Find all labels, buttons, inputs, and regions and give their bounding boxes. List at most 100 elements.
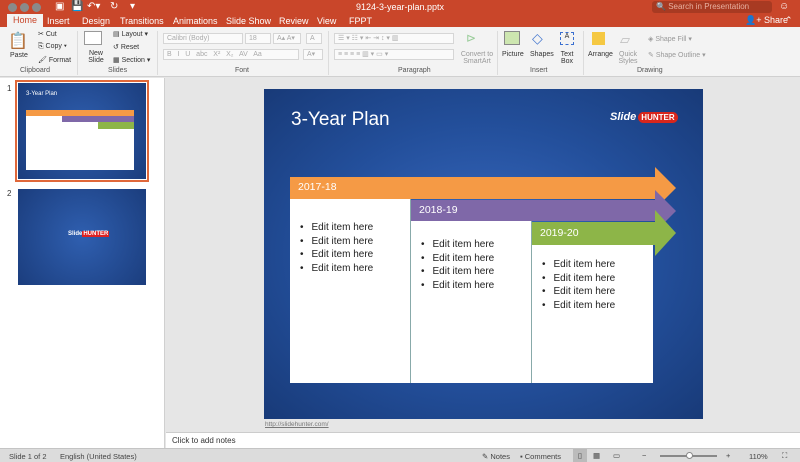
alignment-buttons[interactable]: ≡ ≡ ≡ ≡ ▥ ▾ ▭ ▾ xyxy=(334,49,454,60)
footer-link[interactable]: http://slidehunter.com/ xyxy=(265,421,329,428)
paragraph-group-label: Paragraph xyxy=(398,67,431,74)
tab-fppt[interactable]: FPPT xyxy=(349,15,372,27)
list-item: Edit item here xyxy=(421,252,531,266)
share-button[interactable]: 👤+ Share xyxy=(745,15,788,26)
zoom-slider-handle[interactable] xyxy=(686,452,694,459)
title-bar: ▣ 💾 ↶▾ ↻ ▾ 9124-3-year-plan.pptx 🔍 Searc… xyxy=(0,0,800,27)
zoom-in-button[interactable]: + xyxy=(726,451,730,460)
thumb-logo: SlideHUNTER xyxy=(68,231,110,237)
reset-button[interactable]: ↺ Reset xyxy=(113,43,139,51)
copy-button[interactable]: ⎘ Copy ▾ xyxy=(38,43,67,51)
reading-view-icon[interactable]: ▭ xyxy=(613,451,620,460)
list-item: Edit item here xyxy=(300,248,410,262)
list-item: Edit item here xyxy=(421,279,531,293)
font-style-buttons[interactable]: B I U abc X² X₂ AV Aa xyxy=(163,49,299,60)
text-box-button[interactable]: Text Box xyxy=(559,51,575,65)
thumbnail-number: 2 xyxy=(7,189,12,198)
insert-group-label: Insert xyxy=(530,67,548,74)
notes-button[interactable]: ✎ Notes xyxy=(482,452,510,461)
thumb-box xyxy=(26,116,62,170)
thumb-title: 3-Year Plan xyxy=(26,91,58,97)
notes-label: Notes xyxy=(490,452,510,461)
picture-icon xyxy=(504,31,520,45)
clear-formatting-icon[interactable]: A xyxy=(306,33,322,44)
tab-slide-show[interactable]: Slide Show xyxy=(226,15,271,27)
notes-input[interactable]: Click to add notes xyxy=(166,432,800,448)
zoom-out-button[interactable]: − xyxy=(642,451,646,460)
tab-design[interactable]: Design xyxy=(82,15,110,27)
ribbon: 📋 Paste ✂ Cut ⎘ Copy ▾ 🖌 Format Clipboar… xyxy=(0,27,800,77)
smiley-feedback-icon[interactable]: ☺ xyxy=(779,1,789,12)
font-group-label: Font xyxy=(235,67,250,74)
list-item: Edit item here xyxy=(300,221,410,235)
drawing-group-label: Drawing xyxy=(637,67,663,74)
thumb-box xyxy=(62,122,98,170)
divider xyxy=(583,31,584,75)
format-label: Format xyxy=(48,57,72,64)
shapes-button[interactable]: Shapes xyxy=(530,51,554,58)
search-placeholder: Search in Presentation xyxy=(668,2,750,11)
layout-label: Layout xyxy=(121,31,143,38)
divider xyxy=(328,31,329,75)
list-item: Edit item here xyxy=(542,272,653,286)
zoom-level[interactable]: 110% xyxy=(749,452,768,461)
fit-to-window-icon[interactable]: ⛶ xyxy=(782,451,787,461)
font-name-select[interactable]: Calibri (Body) xyxy=(163,33,243,44)
phase-label: 2019-20 xyxy=(540,227,579,239)
smartart-icon: ⊳ xyxy=(466,31,477,45)
new-slide-button[interactable]: New Slide xyxy=(86,50,106,64)
cut-button[interactable]: ✂ Cut xyxy=(38,30,57,38)
phase-label: 2017-18 xyxy=(298,181,337,193)
slide[interactable]: 3-Year Plan Slide HUNTER 2017-18 2018-19 … xyxy=(264,89,703,419)
shape-outline-label: Shape Outline xyxy=(655,52,701,59)
text-box-icon: A xyxy=(560,32,574,45)
font-size-grow-shrink[interactable]: A▴ A▾ xyxy=(273,33,301,44)
slide-thumbnail-1[interactable]: 3-Year Plan xyxy=(15,80,149,182)
phase-box-2018-19[interactable]: Edit item hereEdit item hereEdit item he… xyxy=(411,221,532,383)
quick-styles-icon: ▱ xyxy=(620,32,630,47)
tab-transitions[interactable]: Transitions xyxy=(120,15,164,27)
divider xyxy=(77,31,78,75)
tab-insert[interactable]: Insert xyxy=(47,15,70,27)
font-color-icon[interactable]: A▾ xyxy=(303,49,323,60)
font-size-select[interactable]: 18 xyxy=(245,33,271,44)
picture-button[interactable]: Picture xyxy=(502,51,524,58)
section-button[interactable]: ▦ Section ▾ xyxy=(113,56,150,64)
divider xyxy=(157,31,158,75)
convert-smartart-button[interactable]: Convert to SmartArt xyxy=(458,51,496,65)
list-item: Edit item here xyxy=(542,258,653,272)
quick-styles-button[interactable]: Quick Styles xyxy=(617,51,639,65)
tab-animations[interactable]: Animations xyxy=(173,15,218,27)
shape-fill-button[interactable]: ◈ Shape Fill ▾ xyxy=(648,35,692,43)
list-item: Edit item here xyxy=(421,265,531,279)
phase-box-2019-20[interactable]: Edit item hereEdit item hereEdit item he… xyxy=(532,245,653,383)
slide-sorter-icon[interactable]: ▦ xyxy=(593,451,600,460)
slide-thumbnail-2[interactable]: SlideHUNTER xyxy=(18,189,146,285)
tab-view[interactable]: View xyxy=(317,15,336,27)
collapse-ribbon-icon[interactable]: ⌃ xyxy=(785,15,793,26)
clipboard-group-label: Clipboard xyxy=(20,67,50,74)
comments-label: Comments xyxy=(524,452,562,461)
slide-counter: Slide 1 of 2 xyxy=(9,452,47,461)
cut-label: Cut xyxy=(45,31,57,38)
search-input[interactable]: 🔍 Search in Presentation xyxy=(652,1,772,13)
list-buttons[interactable]: ☰ ▾ ☷ ▾ ⇤ ⇥ ↕ ▾ ▥ xyxy=(334,33,454,44)
arrange-button[interactable]: Arrange xyxy=(588,51,613,58)
layout-button[interactable]: ▤ Layout ▾ xyxy=(113,30,148,38)
language-indicator[interactable]: English (United States) xyxy=(60,452,137,461)
tab-review[interactable]: Review xyxy=(279,15,309,27)
copy-label: Copy xyxy=(45,43,62,50)
new-slide-icon xyxy=(84,31,102,45)
tab-home[interactable]: Home xyxy=(7,14,44,27)
shape-fill-label: Shape Fill xyxy=(655,36,687,43)
paste-icon: 📋 xyxy=(8,33,28,50)
normal-view-icon[interactable]: ▯ xyxy=(573,449,587,462)
shape-outline-button[interactable]: ✎ Shape Outline ▾ xyxy=(648,51,706,59)
paste-button[interactable]: Paste xyxy=(10,52,28,59)
phase-box-2017-18[interactable]: Edit item hereEdit item hereEdit item he… xyxy=(290,199,411,383)
format-painter-button[interactable]: 🖌 Format xyxy=(38,56,71,64)
slides-group-label: Slides xyxy=(108,67,128,74)
comments-button[interactable]: ▪ Comments xyxy=(520,452,561,461)
section-label: Section xyxy=(121,57,145,64)
divider xyxy=(497,31,498,75)
